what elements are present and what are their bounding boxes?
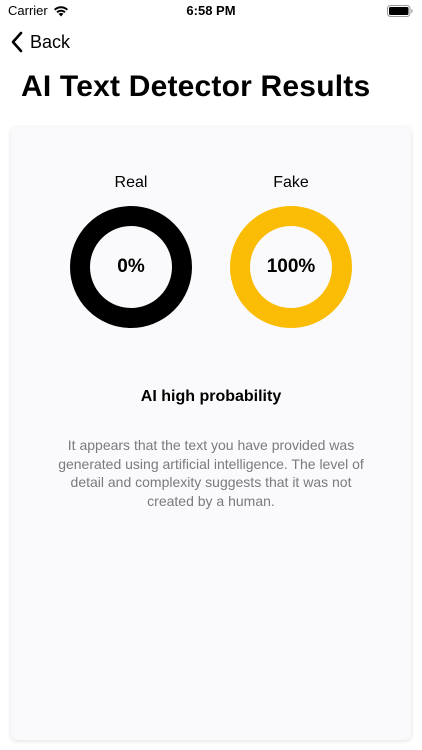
real-ring: 0% (69, 205, 193, 329)
real-score: Real 0% (69, 173, 193, 329)
results-card: Real 0% Fake 100% AI high probability It… (11, 127, 411, 740)
status-time: 6:58 PM (186, 3, 236, 18)
battery-icon (387, 5, 413, 17)
status-bar: Carrier 6:58 PM (0, 0, 422, 22)
verdict-description: It appears that the text you have provid… (58, 437, 364, 509)
back-button[interactable]: Back (10, 30, 70, 54)
real-value: 0% (117, 256, 145, 277)
chevron-left-icon (11, 31, 23, 53)
page-title: AI Text Detector Results (21, 70, 371, 103)
back-label: Back (30, 31, 71, 52)
real-label: Real (114, 174, 148, 191)
fake-ring: 100% (229, 205, 353, 329)
fake-score: Fake 100% (229, 173, 353, 329)
fake-value: 100% (266, 256, 316, 277)
navigation-bar: Back (0, 26, 422, 60)
fake-label: Fake (273, 174, 309, 191)
verdict-heading: AI high probability (140, 388, 282, 405)
